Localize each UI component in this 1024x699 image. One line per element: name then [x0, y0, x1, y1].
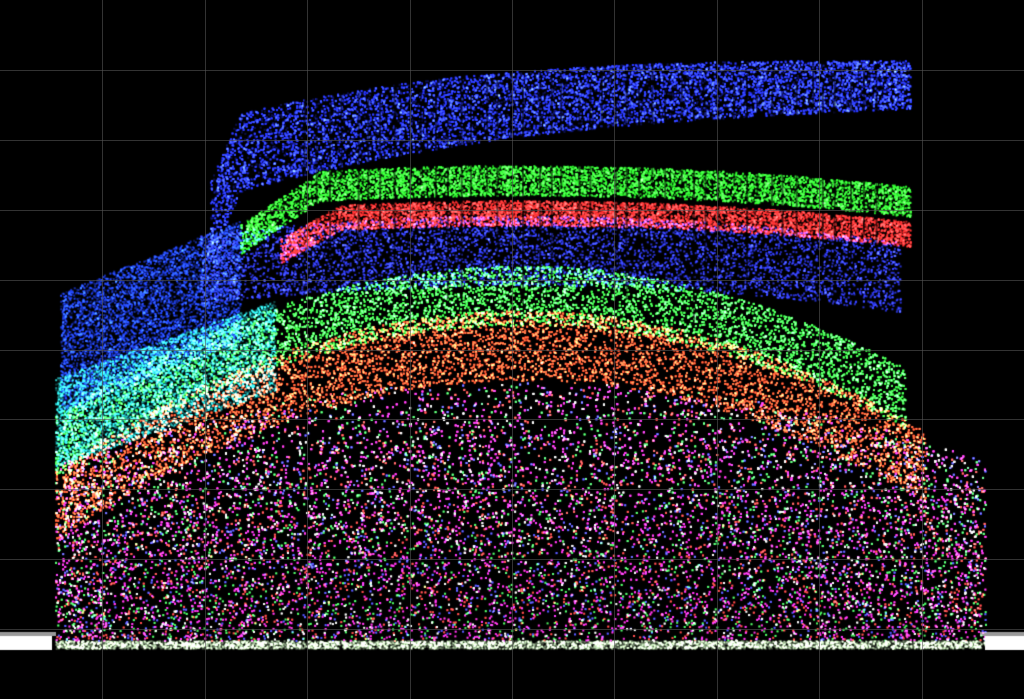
waveform-scope: [0, 0, 1024, 699]
waveform-trace-area: [0, 0, 1024, 699]
